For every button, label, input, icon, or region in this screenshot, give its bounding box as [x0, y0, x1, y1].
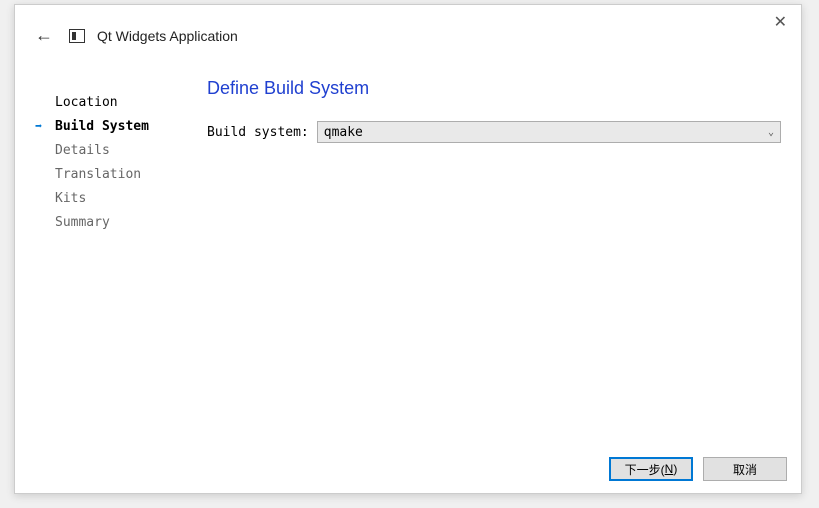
page-title: Define Build System — [207, 78, 781, 99]
step-label: Kits — [55, 191, 86, 206]
step-label: Details — [55, 143, 110, 158]
wizard-steps: Location ➡ Build System Details Translat… — [35, 78, 195, 447]
dialog-footer: 下一步(N) 取消 — [15, 447, 801, 493]
dialog-header: ← Qt Widgets Application — [15, 5, 801, 60]
step-label: Translation — [55, 167, 141, 182]
next-button[interactable]: 下一步(N) — [609, 457, 693, 481]
step-label: Summary — [55, 215, 110, 230]
main-panel: Define Build System Build system: qmake … — [195, 78, 781, 447]
step-build-system: ➡ Build System — [35, 114, 195, 138]
step-kits: Kits — [35, 186, 195, 210]
build-system-value: qmake — [324, 125, 363, 140]
back-arrow-icon[interactable]: ← — [31, 23, 57, 48]
dialog-body: Location ➡ Build System Details Translat… — [15, 60, 801, 447]
app-title: Qt Widgets Application — [97, 28, 238, 44]
current-step-arrow-icon: ➡ — [35, 119, 42, 133]
step-location: Location — [35, 90, 195, 114]
step-label: Build System — [55, 119, 149, 134]
chevron-down-icon: ⌄ — [768, 127, 774, 138]
step-summary: Summary — [35, 210, 195, 234]
build-system-row: Build system: qmake ⌄ — [207, 121, 781, 143]
close-icon[interactable]: ✕ — [774, 15, 787, 31]
build-system-select[interactable]: qmake ⌄ — [317, 121, 781, 143]
step-details: Details — [35, 138, 195, 162]
build-system-label: Build system: — [207, 125, 309, 140]
step-translation: Translation — [35, 162, 195, 186]
cancel-button[interactable]: 取消 — [703, 457, 787, 481]
app-icon — [69, 29, 85, 43]
step-label: Location — [55, 95, 118, 110]
wizard-dialog: ✕ ← Qt Widgets Application Location ➡ Bu… — [14, 4, 802, 494]
